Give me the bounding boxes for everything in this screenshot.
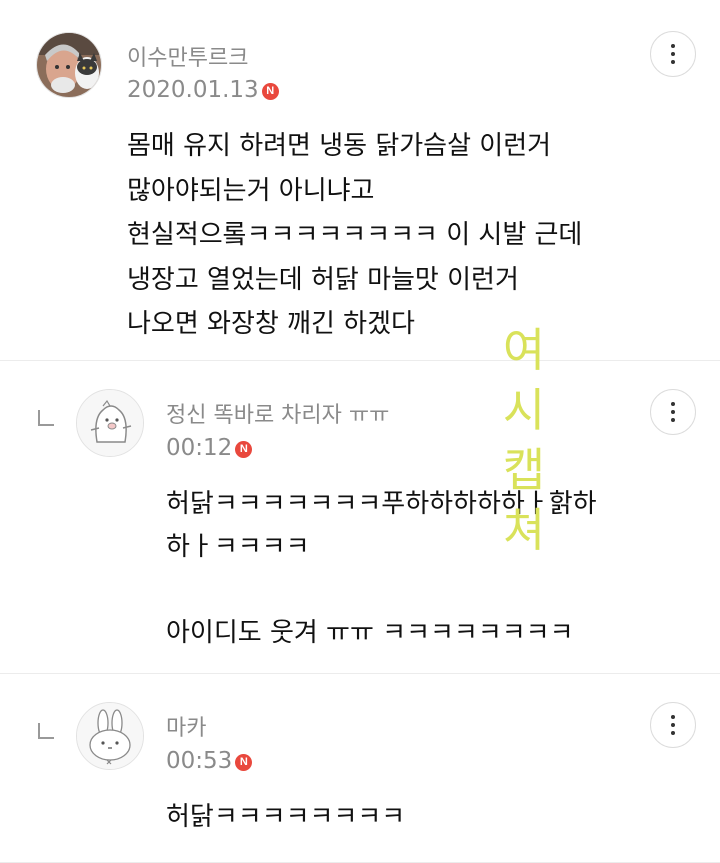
comment-line xyxy=(166,569,597,612)
new-badge: N xyxy=(235,754,253,771)
comment-line: 허닭ㅋㅋㅋㅋㅋㅋㅋ푸하하하하하ㅏ핡하 xyxy=(166,489,597,519)
comment-date: 00:53 N xyxy=(166,748,253,774)
date-text: 00:53 xyxy=(166,748,233,774)
comment-line: 아이디도 웃겨 ㅠㅠ ㅋㅋㅋㅋㅋㅋㅋㅋ xyxy=(166,618,574,648)
more-options-button[interactable] xyxy=(650,31,696,77)
date-text: 2020.01.13 xyxy=(127,77,259,103)
avatar[interactable] xyxy=(76,702,144,770)
username[interactable]: 마카 xyxy=(166,710,206,742)
comment-text: 허닭ㅋㅋㅋㅋㅋㅋㅋㅋ xyxy=(166,796,405,839)
username[interactable]: 이수만투르크 xyxy=(127,40,248,72)
new-badge: N xyxy=(235,441,253,458)
more-dot-icon xyxy=(671,410,675,414)
comment-date: 2020.01.13 N xyxy=(127,77,279,103)
more-dot-icon xyxy=(671,715,675,719)
more-dot-icon xyxy=(671,52,675,56)
more-dot-icon xyxy=(671,418,675,422)
avatar[interactable] xyxy=(36,32,102,98)
reply-comment: 마카 00:53 N 허닭ㅋㅋㅋㅋㅋㅋㅋㅋ xyxy=(0,674,720,863)
comment-line: 하ㅏㅋㅋㅋㅋ xyxy=(166,532,310,562)
more-dot-icon xyxy=(671,723,675,727)
reply-comment: 정신 똑바로 차리자 ㅠㅠ 00:12 N 허닭ㅋㅋㅋㅋㅋㅋㅋ푸하하하하하ㅏ핡하 … xyxy=(0,361,720,673)
new-badge: N xyxy=(261,83,279,100)
comment-line: 허닭ㅋㅋㅋㅋㅋㅋㅋㅋ xyxy=(166,802,406,832)
date-text: 00:12 xyxy=(166,435,233,461)
comment-line: 냉장고 열었는데 허닭 마늘맛 이런거 xyxy=(127,264,519,295)
more-options-button[interactable] xyxy=(650,389,696,435)
more-dot-icon xyxy=(671,44,675,48)
more-dot-icon xyxy=(671,60,675,64)
comment-line: 현실적으롴ㅋㅋㅋㅋㅋㅋㅋㅋ 이 시발 근데 xyxy=(127,220,583,250)
username[interactable]: 정신 똑바로 차리자 ㅠㅠ xyxy=(166,397,389,429)
more-dot-icon xyxy=(671,731,675,735)
rabbit-avatar-icon xyxy=(77,703,143,769)
more-dot-icon xyxy=(671,402,675,406)
comment-date: 00:12 N xyxy=(166,435,253,461)
pig-mascot-avatar-icon xyxy=(77,390,143,456)
reply-arrow-icon xyxy=(38,723,54,739)
comment-line: 나오면 와장창 깨긴 하겠다 xyxy=(127,309,415,339)
reply-arrow-icon xyxy=(38,410,54,426)
avatar[interactable] xyxy=(76,389,144,457)
comment-text: 허닭ㅋㅋㅋㅋㅋㅋㅋ푸하하하하하ㅏ핡하 하ㅏㅋㅋㅋㅋ 아이디도 웃겨 ㅠㅠ ㅋㅋㅋ… xyxy=(166,483,597,655)
man-with-cat-avatar-icon xyxy=(37,33,101,97)
comment-line: 많아야되는거 아니냐고 xyxy=(127,175,375,206)
comment-text: 몸매 유지 하려면 냉동 닭가슴살 이런거 많아야되는거 아니냐고 현실적으롴ㅋ… xyxy=(127,124,582,347)
comment: 이수만투르크 2020.01.13 N 몸매 유지 하려면 냉동 닭가슴살 이런거… xyxy=(0,0,720,360)
more-options-button[interactable] xyxy=(650,702,696,748)
comment-line: 몸매 유지 하려면 냉동 닭가슴살 이런거 xyxy=(127,131,552,161)
